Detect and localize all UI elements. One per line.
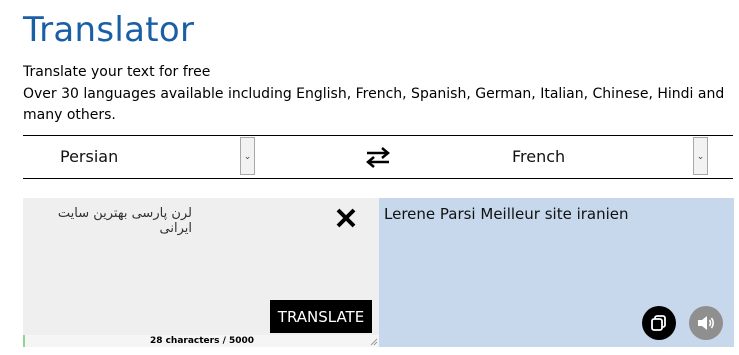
character-counter: 28 characters / 5000 [23, 335, 379, 347]
copy-icon [651, 315, 666, 331]
source-language-select[interactable]: Persian ⌄ [23, 136, 256, 177]
source-language-value: Persian [60, 147, 119, 166]
language-bar: Persian ⌄ French ⌄ [23, 135, 733, 179]
subtitle-line-1: Translate your text for free [23, 64, 211, 80]
source-text-area[interactable]: لرن پارسی بهترین سایت ایرانی TRANSLATE 2… [23, 198, 379, 347]
copy-button[interactable] [642, 306, 676, 340]
page-title: Translator [23, 10, 195, 50]
target-language-value: French [512, 147, 566, 166]
translator-page: Translator Translate your text for free … [0, 0, 739, 355]
chevron-down-icon[interactable]: ⌄ [693, 137, 708, 175]
source-text[interactable]: لرن پارسی بهترین سایت ایرانی [23, 206, 192, 236]
swap-arrows-icon [366, 147, 390, 168]
translation-output-area: Lerene Parsi Meilleur site iranien [379, 198, 734, 347]
translation-text: Lerene Parsi Meilleur site iranien [384, 205, 629, 223]
clear-button[interactable] [333, 205, 359, 231]
close-icon [336, 208, 356, 228]
chevron-down-icon[interactable]: ⌄ [240, 137, 255, 175]
target-language-select[interactable]: French ⌄ [413, 136, 709, 177]
swap-languages-button[interactable] [365, 145, 391, 169]
translate-button[interactable]: TRANSLATE [270, 300, 372, 333]
page-subtitle: Translate your text for free Over 30 lan… [23, 62, 733, 127]
subtitle-line-2: Over 30 languages available including En… [23, 85, 725, 124]
speaker-icon [698, 316, 715, 330]
resize-grip-icon[interactable] [369, 337, 378, 346]
listen-button[interactable] [689, 306, 723, 340]
